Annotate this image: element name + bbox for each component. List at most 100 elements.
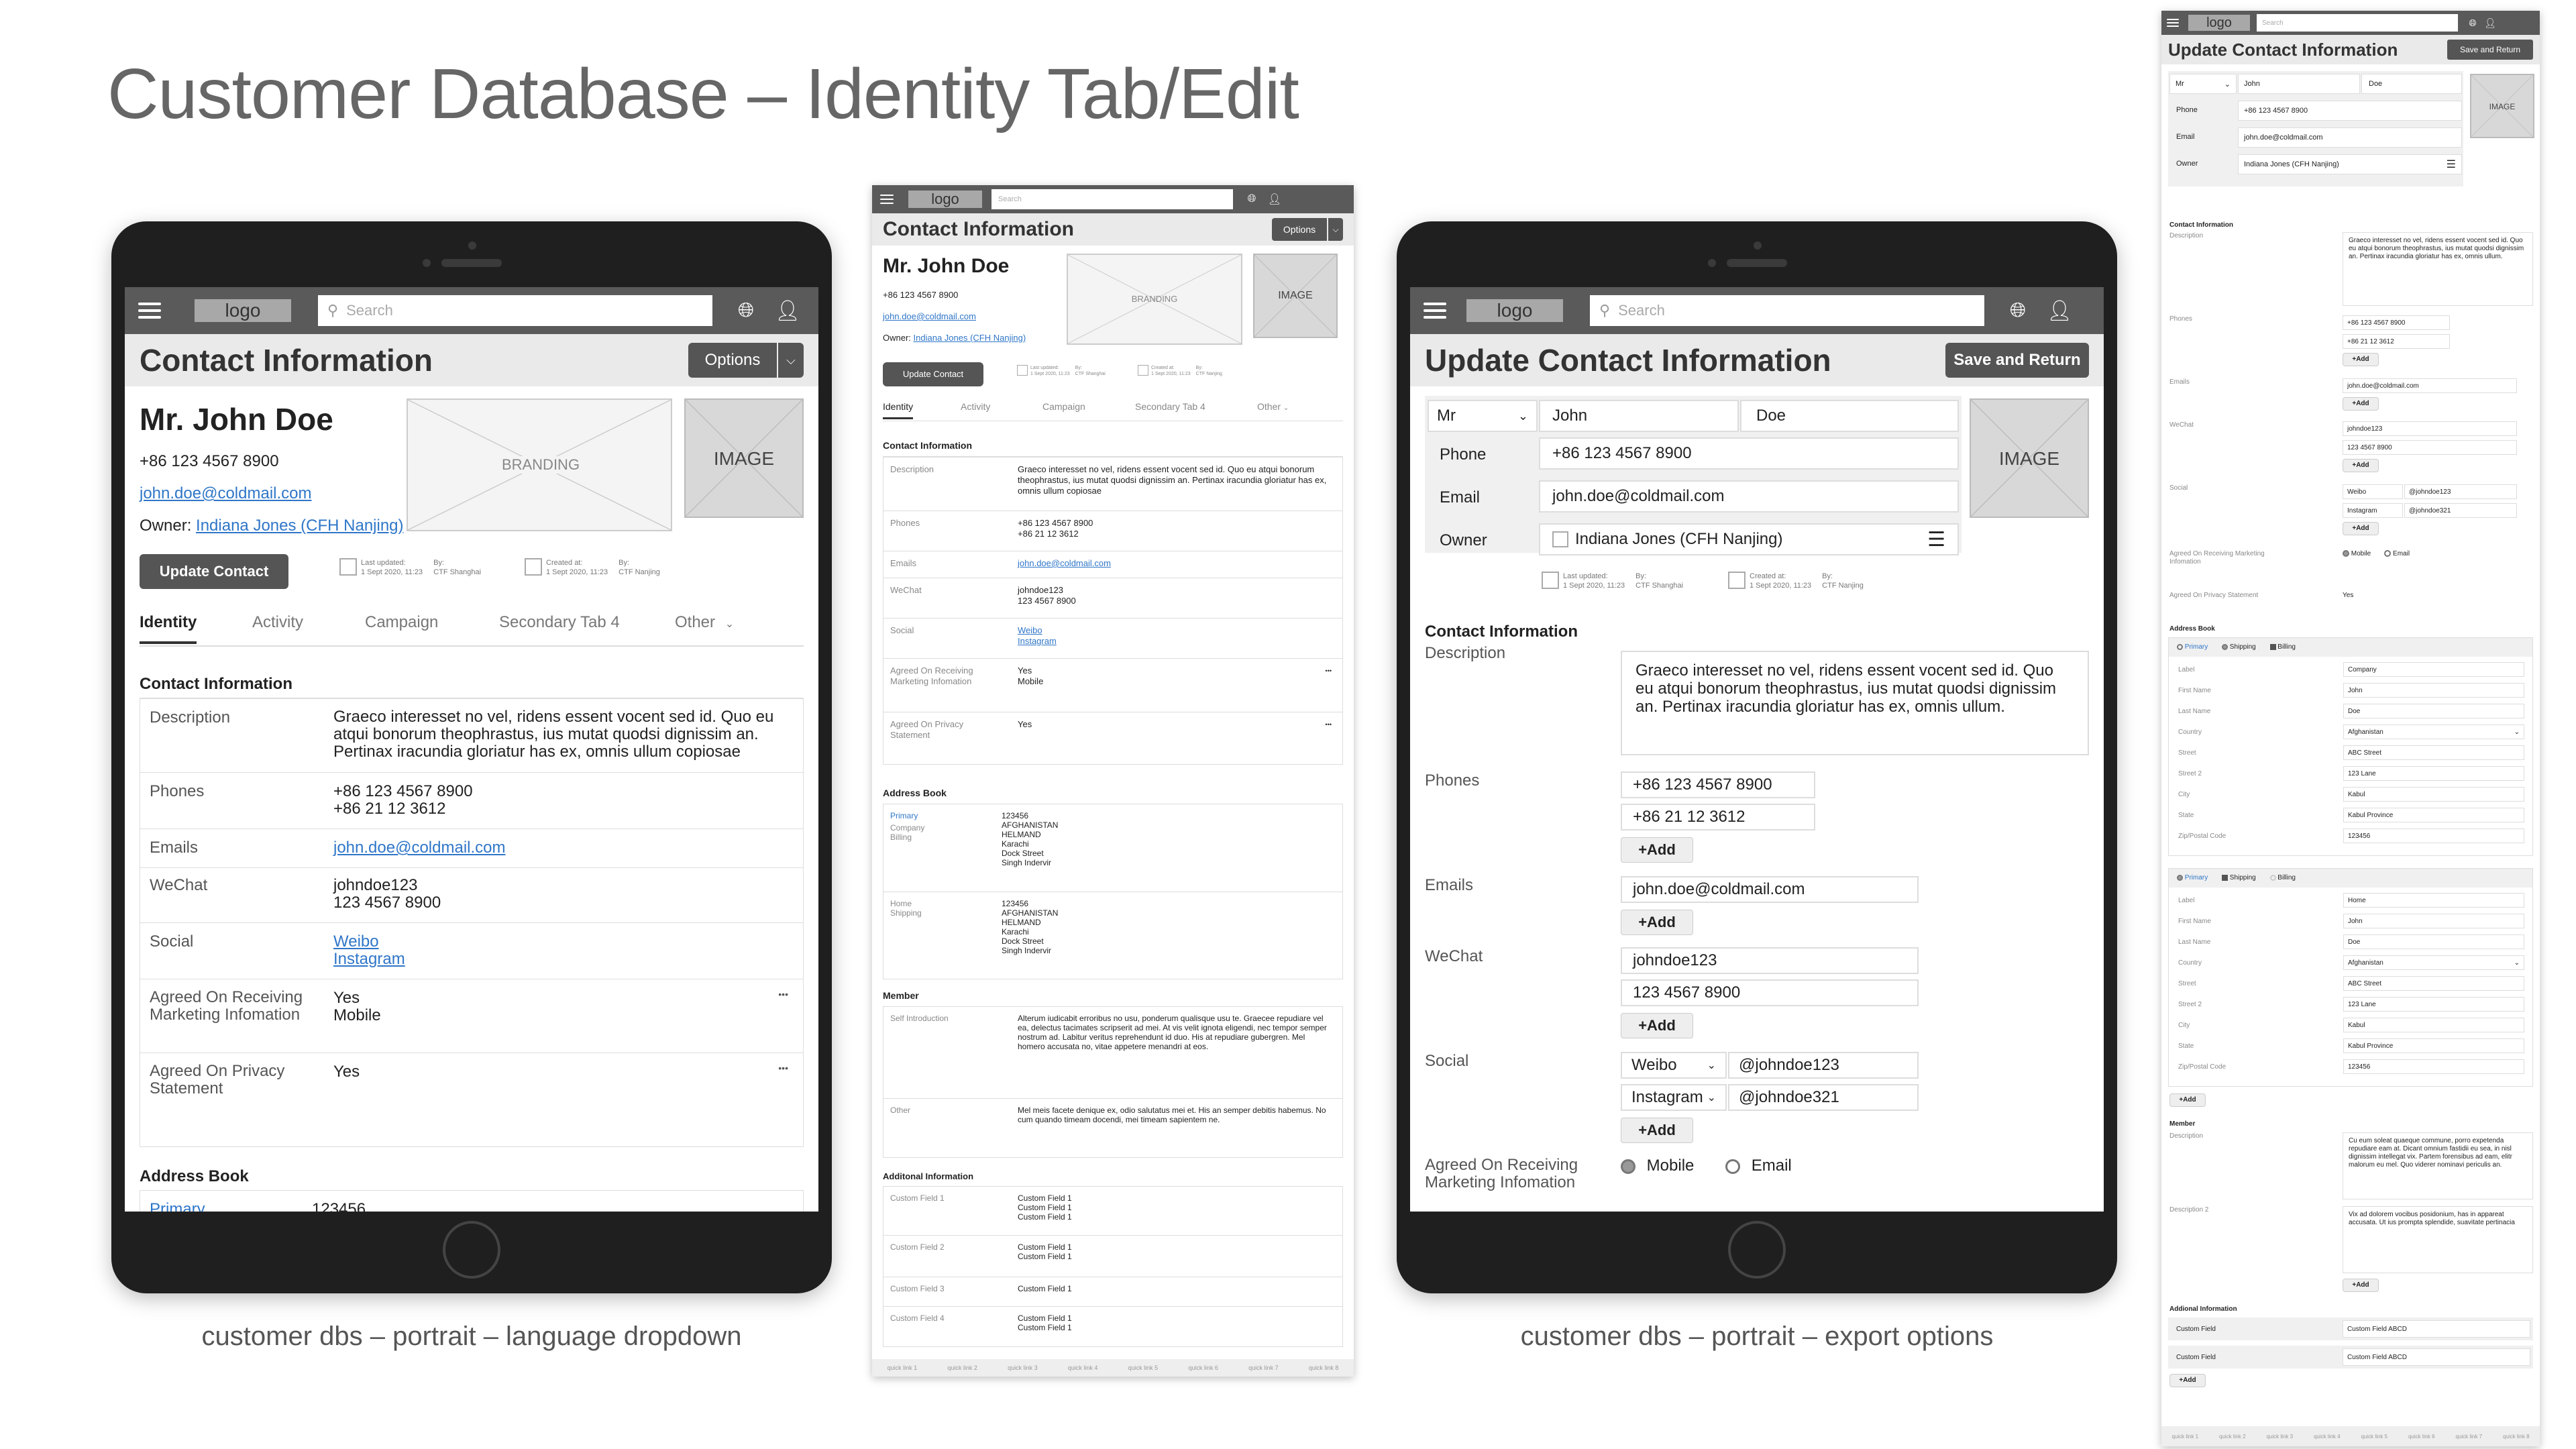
address-field-input[interactable]: 123456 bbox=[2343, 828, 2524, 843]
address-field-input[interactable]: Doe bbox=[2343, 704, 2524, 718]
tab-billing[interactable]: Billing bbox=[2277, 874, 2296, 881]
tab-secondary-4[interactable]: Secondary Tab 4 bbox=[1135, 401, 1205, 412]
instagram-link[interactable]: Instagram bbox=[333, 950, 405, 969]
hamburger-icon[interactable] bbox=[880, 195, 894, 204]
address-field-input[interactable]: ABC Street bbox=[2343, 976, 2524, 991]
address-field-input[interactable]: 123456 bbox=[2343, 1059, 2524, 1074]
tab-primary[interactable]: Primary bbox=[2185, 874, 2208, 881]
address-field-input[interactable]: 123 Lane bbox=[2343, 997, 2524, 1012]
search-input[interactable]: Search bbox=[2257, 14, 2458, 32]
social-1-handle-input[interactable]: @johndoe123 bbox=[1728, 1052, 1919, 1079]
more-icon[interactable]: ••• bbox=[778, 989, 788, 1000]
wechat-1-input[interactable]: johndoe123 bbox=[1621, 947, 1919, 974]
email-1-input[interactable]: john.doe@coldmail.com bbox=[1621, 876, 1919, 903]
radio-shipping[interactable] bbox=[2222, 643, 2229, 650]
search-input[interactable]: Search bbox=[991, 189, 1233, 209]
social-2-handle-input[interactable]: @johndoe321 bbox=[2404, 503, 2517, 518]
description-textarea[interactable]: Graeco interesset no vel, ridens essent … bbox=[1621, 651, 2089, 755]
phone-input[interactable]: +86 123 4567 8900 bbox=[2238, 101, 2462, 121]
radio-email[interactable] bbox=[1725, 1159, 1741, 1174]
add-social-button[interactable]: +Add bbox=[2343, 522, 2379, 535]
more-icon[interactable]: ••• bbox=[1326, 719, 1332, 730]
home-button[interactable] bbox=[1728, 1221, 1786, 1279]
more-icon[interactable]: ••• bbox=[1326, 665, 1332, 676]
add-email-button[interactable]: +Add bbox=[2343, 397, 2379, 411]
add-address-button[interactable]: +Add bbox=[2169, 1093, 2206, 1107]
address-field-input[interactable]: Kabul Province bbox=[2343, 1038, 2524, 1053]
globe-icon[interactable]: 🌐︎ bbox=[2004, 299, 2031, 322]
options-button[interactable]: Options bbox=[1272, 218, 1327, 241]
add-phone-button[interactable]: +Add bbox=[2343, 353, 2379, 366]
phone-1-input[interactable]: +86 123 4567 8900 bbox=[1621, 771, 1815, 798]
phone-2-input[interactable]: +86 21 12 3612 bbox=[1621, 804, 1815, 830]
update-contact-button[interactable]: Update Contact bbox=[883, 362, 983, 386]
social-2-network-select[interactable]: Instagram ⌄ bbox=[1621, 1084, 1727, 1111]
hamburger-icon[interactable] bbox=[1424, 303, 1446, 319]
list-icon[interactable]: ☰ bbox=[2447, 158, 2456, 171]
salutation-select[interactable]: Mr ⌄ bbox=[1428, 400, 1538, 432]
add-phone-button[interactable]: +Add bbox=[1621, 837, 1693, 863]
more-icon[interactable]: ••• bbox=[778, 1063, 788, 1073]
radio-primary[interactable] bbox=[2177, 643, 2183, 650]
add-wechat-button[interactable]: +Add bbox=[1621, 1013, 1693, 1038]
first-name-input[interactable]: John bbox=[2238, 74, 2360, 94]
save-and-return-button[interactable]: Save and Return bbox=[1945, 343, 2089, 378]
phone-1-input[interactable]: +86 123 4567 8900 bbox=[2343, 315, 2450, 330]
tab-other[interactable]: Other ⌄ bbox=[1257, 401, 1289, 412]
hamburger-icon[interactable] bbox=[138, 303, 161, 319]
tab-activity[interactable]: Activity bbox=[252, 613, 303, 632]
tab-shipping[interactable]: Shipping bbox=[2230, 643, 2256, 651]
radio-billing[interactable] bbox=[2269, 874, 2276, 881]
instagram-link[interactable]: Instagram bbox=[1018, 636, 1057, 647]
logo[interactable]: logo bbox=[1466, 299, 1563, 322]
first-name-input[interactable]: John bbox=[1539, 400, 1739, 432]
email-input[interactable]: john.doe@coldmail.com bbox=[2238, 127, 2462, 148]
social-1-network-select[interactable]: Weibo bbox=[2343, 484, 2403, 499]
tab-other[interactable]: Other ⌄ bbox=[675, 613, 734, 632]
add-member-button[interactable]: +Add bbox=[2343, 1279, 2379, 1292]
social-2-network-select[interactable]: Instagram bbox=[2343, 503, 2403, 518]
wechat-1-input[interactable]: johndoe123 bbox=[2343, 421, 2517, 436]
quick-link[interactable]: quick link 7 bbox=[1248, 1364, 1279, 1371]
quick-link[interactable]: quick link 4 bbox=[1068, 1364, 1098, 1371]
member-description-2-textarea[interactable]: Vix ad dolorem vocibus posidonium, has i… bbox=[2343, 1206, 2533, 1273]
radio-email[interactable] bbox=[2384, 550, 2392, 557]
save-and-return-button[interactable]: Save and Return bbox=[2447, 40, 2533, 60]
logo[interactable]: logo bbox=[2188, 15, 2250, 31]
address-field-input[interactable]: Doe bbox=[2343, 934, 2524, 949]
quick-link[interactable]: quick link 5 bbox=[2361, 1434, 2387, 1440]
radio-mobile[interactable] bbox=[1621, 1159, 1635, 1174]
address-field-input[interactable]: Kabul bbox=[2343, 787, 2524, 802]
address-field-input[interactable]: John bbox=[2343, 683, 2524, 698]
search-input[interactable]: ⚲ Search bbox=[318, 295, 712, 326]
phone-2-input[interactable]: +86 21 12 3612 bbox=[2343, 334, 2450, 349]
social-2-handle-input[interactable]: @johndoe321 bbox=[1728, 1084, 1919, 1111]
tab-identity[interactable]: Identity bbox=[883, 401, 914, 419]
quick-link[interactable]: quick link 2 bbox=[2219, 1434, 2246, 1440]
member-description-textarea[interactable]: Cu eum soleat quaeque commune, porro exp… bbox=[2343, 1132, 2533, 1199]
radio-primary[interactable] bbox=[2177, 874, 2183, 881]
list-icon[interactable]: ☰ bbox=[1927, 528, 1945, 551]
custom-field-input[interactable]: Custom Field ABCD bbox=[2343, 1320, 2530, 1338]
address-field-input[interactable]: Kabul bbox=[2343, 1018, 2524, 1032]
email-input[interactable]: john.doe@coldmail.com bbox=[1539, 480, 1959, 513]
globe-icon[interactable]: 🌐︎ bbox=[733, 299, 759, 322]
add-custom-field-button[interactable]: +Add bbox=[2169, 1374, 2206, 1387]
logo[interactable]: logo bbox=[908, 191, 982, 208]
phone-input[interactable]: +86 123 4567 8900 bbox=[1539, 437, 1959, 470]
address-field-input[interactable]: Home bbox=[2343, 893, 2524, 908]
address-field-input[interactable]: Company bbox=[2343, 662, 2524, 677]
last-name-input[interactable]: Doe bbox=[2361, 74, 2462, 94]
tab-shipping[interactable]: Shipping bbox=[2230, 874, 2256, 881]
address-primary-link[interactable]: Primary bbox=[890, 811, 918, 820]
contact-email-link[interactable]: john.doe@coldmail.com bbox=[883, 311, 976, 321]
globe-icon[interactable]: 🌐︎ bbox=[2466, 17, 2479, 29]
add-wechat-button[interactable]: +Add bbox=[2343, 459, 2379, 472]
contact-email-link[interactable]: john.doe@coldmail.com bbox=[140, 484, 312, 503]
quick-link[interactable]: quick link 8 bbox=[1309, 1364, 1339, 1371]
owner-input[interactable]: Indiana Jones (CFH Nanjing) ☰ bbox=[1539, 523, 1959, 555]
social-1-network-select[interactable]: Weibo ⌄ bbox=[1621, 1052, 1727, 1079]
address-field-input[interactable]: John bbox=[2343, 914, 2524, 928]
salutation-select[interactable]: Mr ⌄ bbox=[2169, 74, 2237, 94]
address-field-input[interactable]: ABC Street bbox=[2343, 745, 2524, 760]
